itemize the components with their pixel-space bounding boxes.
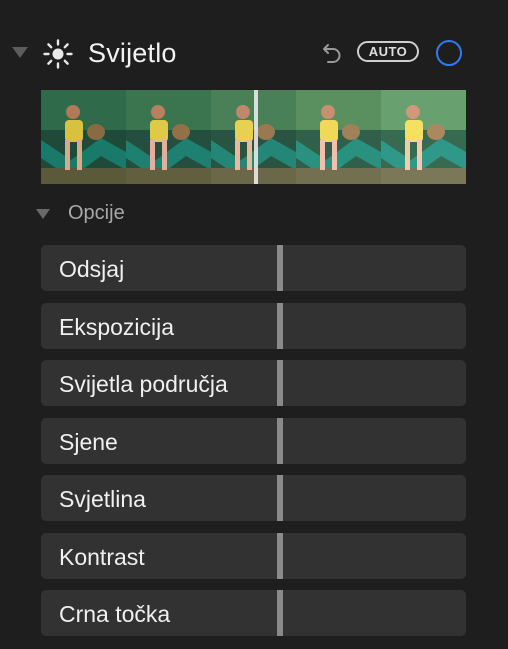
slider-ekspozicija[interactable]: Ekspozicija [41,302,466,349]
slider-label: Kontrast [59,543,145,570]
slider-label: Sjene [59,428,118,455]
preview-thumbnail[interactable] [381,90,466,184]
slider-list: Odsjaj Ekspozicija Svijetla područja Sje… [41,245,466,648]
preview-position-marker[interactable] [254,90,258,184]
slider-svijetla-podrucja[interactable]: Svijetla područja [41,360,466,406]
slider-handle[interactable] [277,590,283,636]
slider-crna-tocka[interactable]: Crna točka [41,590,466,636]
section-title: Svijetlo [88,38,177,68]
preview-thumbnail[interactable] [296,90,381,184]
slider-handle[interactable] [277,360,283,406]
slider-odsjaj[interactable]: Odsjaj [41,245,466,291]
slider-label: Svijetla područja [59,371,228,397]
disclosure-triangle-icon[interactable] [12,47,28,58]
slider-handle[interactable] [277,532,283,579]
slider-handle[interactable] [277,245,283,291]
slider-label: Svjetlina [59,486,146,512]
slider-handle[interactable] [277,417,283,464]
slider-svjetlina[interactable]: Svjetlina [41,475,466,521]
slider-kontrast[interactable]: Kontrast [41,532,466,579]
disclosure-triangle-icon[interactable] [36,209,50,219]
enable-toggle[interactable] [436,40,462,66]
preview-thumbnail[interactable] [41,90,126,184]
light-section-header: Svijetlo AUTO [0,30,508,78]
preview-thumbnail[interactable] [126,90,211,184]
slider-sjene[interactable]: Sjene [41,417,466,464]
slider-label: Ekspozicija [59,313,175,340]
slider-handle[interactable] [277,302,283,349]
options-label: Opcije [68,202,125,224]
options-disclosure[interactable]: Opcije [0,200,508,228]
slider-label: Crna točka [59,601,171,627]
auto-button[interactable]: AUTO [357,41,419,62]
sun-icon [43,39,73,69]
slider-handle[interactable] [277,475,283,521]
undo-icon[interactable] [322,40,344,64]
slider-label: Odsjaj [59,256,125,282]
